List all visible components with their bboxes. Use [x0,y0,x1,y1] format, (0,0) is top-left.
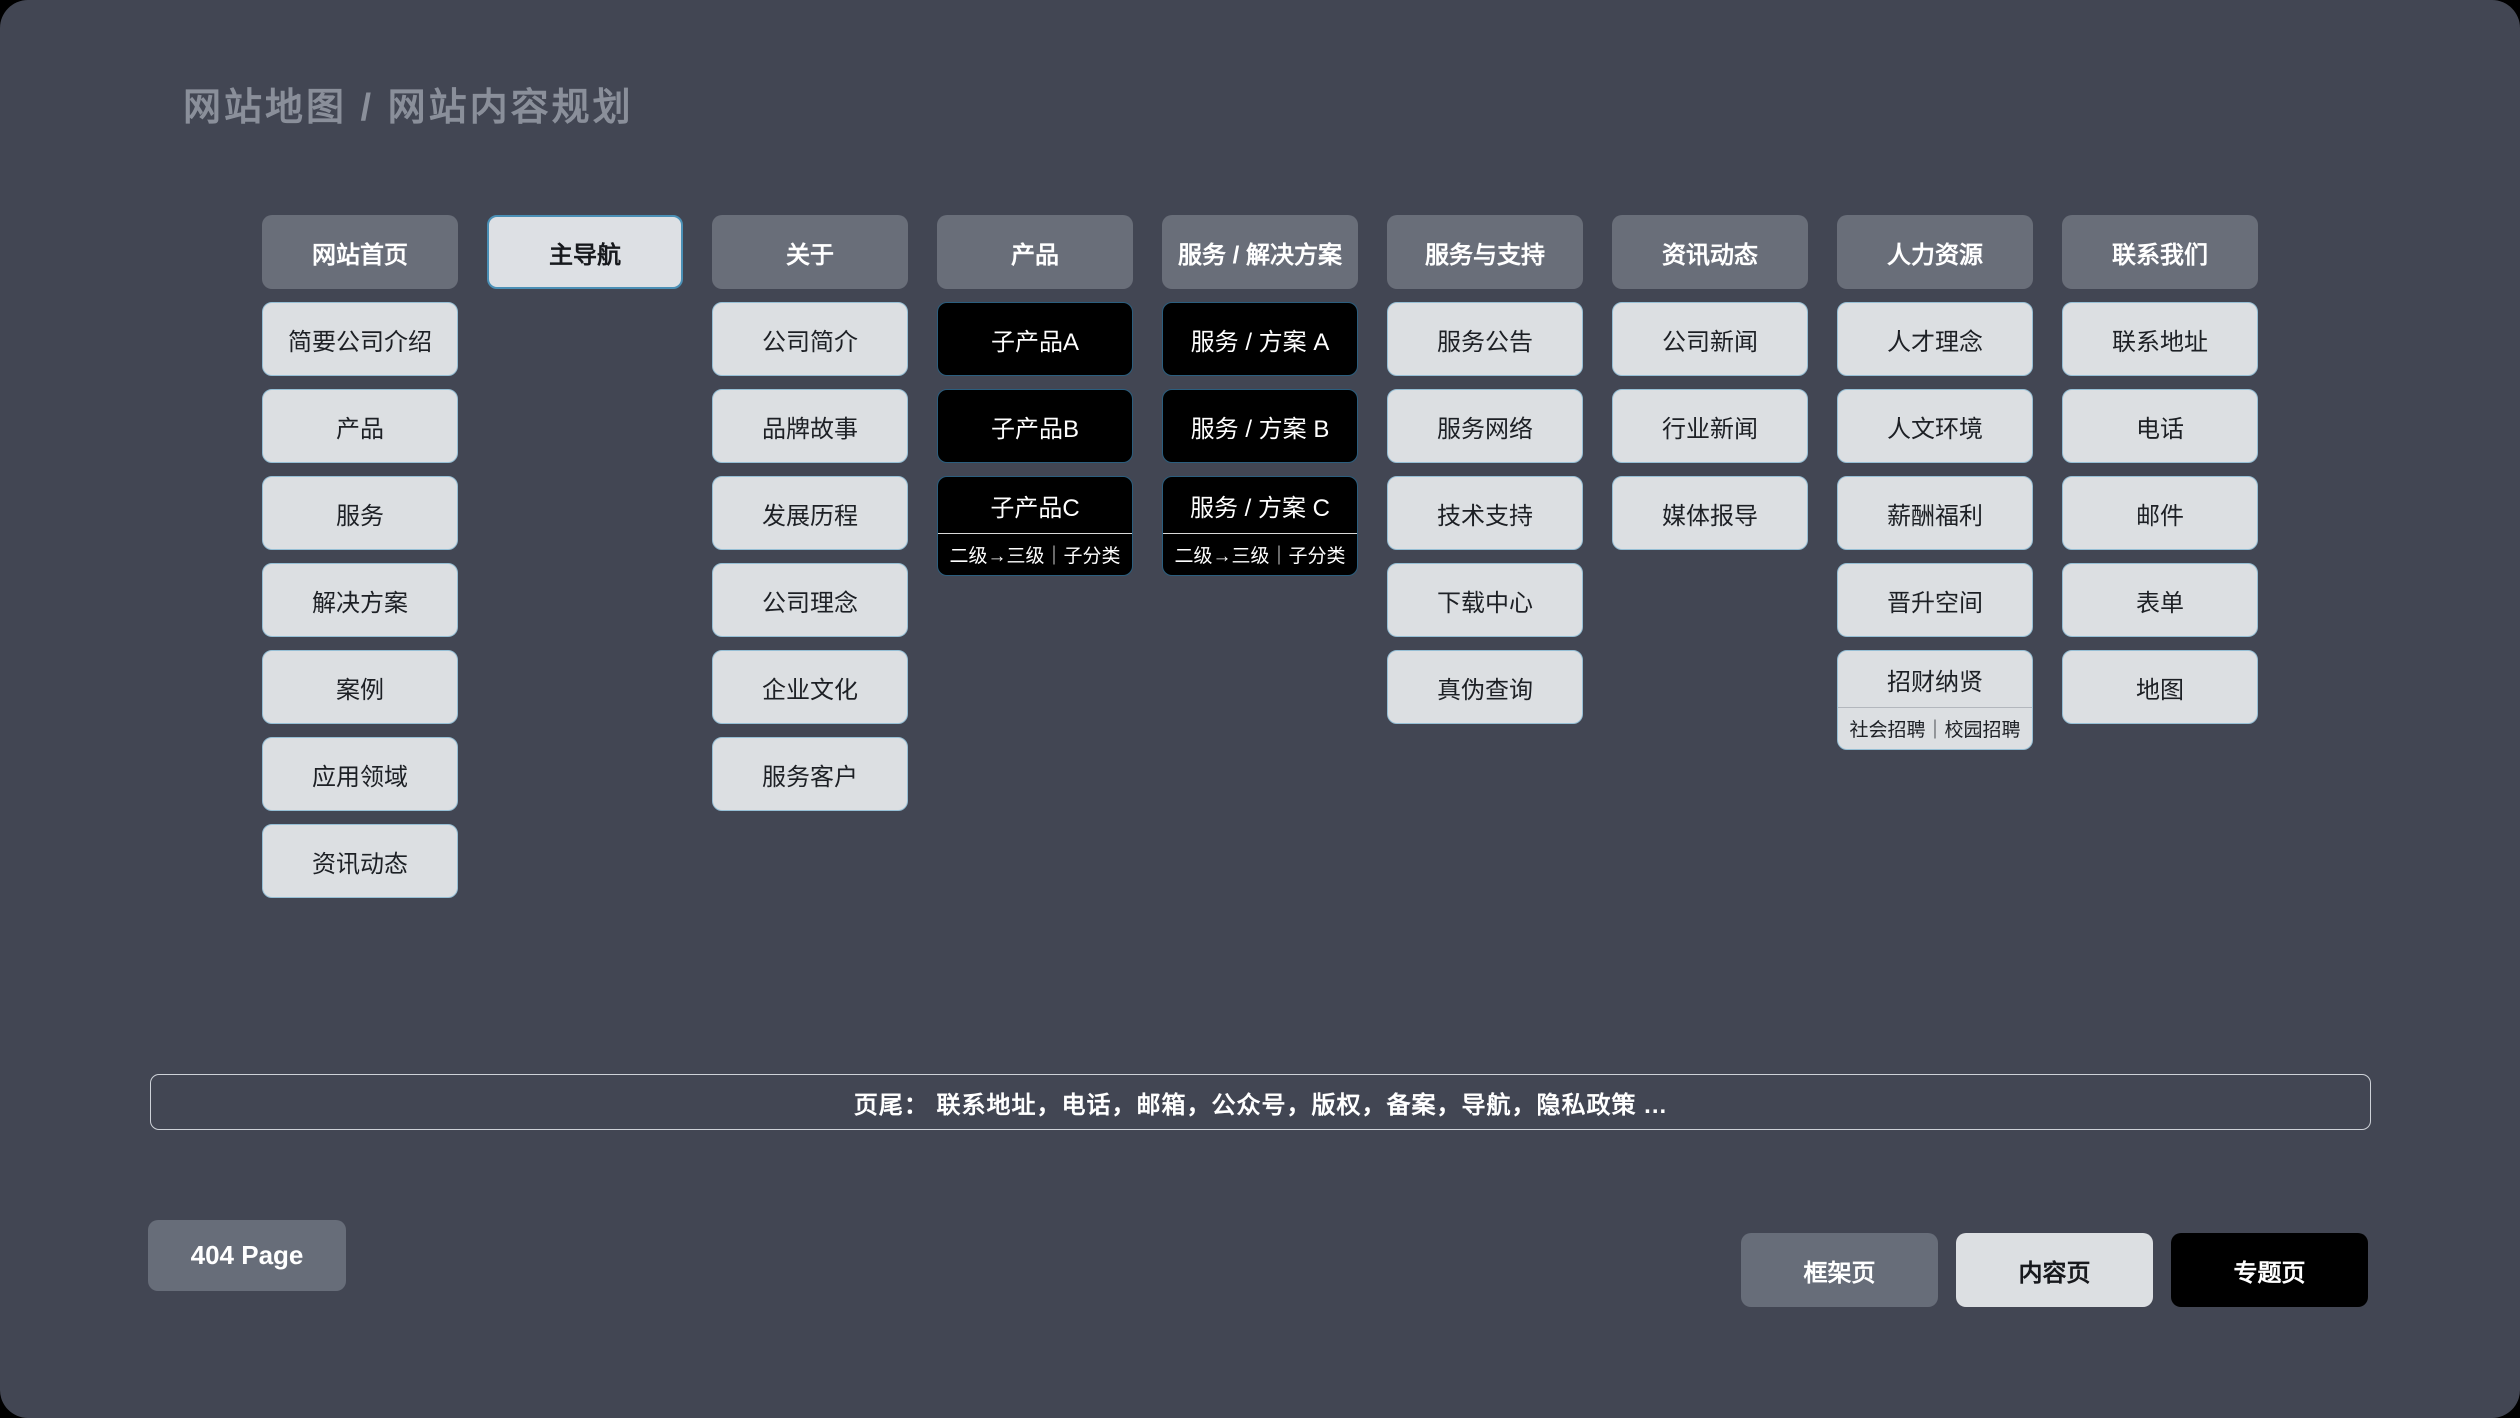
node-sub-label: 二级→三级｜子分类 [1163,534,1357,575]
node-label: 招财纳贤 [1838,651,2032,707]
sitemap-node[interactable]: 企业文化 [712,650,908,724]
column-header-node[interactable]: 服务与支持 [1387,215,1583,289]
sitemap-node[interactable]: 技术支持 [1387,476,1583,550]
node-sub-label: 社会招聘｜校园招聘 [1838,708,2032,749]
sitemap-node[interactable]: 电话 [2062,389,2258,463]
sitemap-node[interactable]: 子产品A [937,302,1133,376]
sitemap-column-3: 关于公司简介品牌故事发展历程公司理念企业文化服务客户 [712,215,908,898]
column-header-node[interactable]: 联系我们 [2062,215,2258,289]
sitemap-column-7: 资讯动态公司新闻行业新闻媒体报导 [1612,215,1808,898]
main-nav-node[interactable]: 主导航 [487,215,683,289]
sitemap-node[interactable]: 真伪查询 [1387,650,1583,724]
sitemap-node[interactable]: 子产品C二级→三级｜子分类 [937,476,1133,576]
node-sub-label: 二级→三级｜子分类 [938,534,1132,575]
sitemap-node[interactable]: 发展历程 [712,476,908,550]
sitemap-node[interactable]: 地图 [2062,650,2258,724]
404-page-button[interactable]: 404 Page [148,1220,346,1291]
sitemap-node[interactable]: 品牌故事 [712,389,908,463]
sitemap-column-5: 服务 / 解决方案服务 / 方案 A 服务 / 方案 B 服务 / 方案 C二级→三… [1162,215,1358,898]
sitemap-node[interactable]: 服务 [262,476,458,550]
sitemap-node[interactable]: 媒体报导 [1612,476,1808,550]
sitemap-node[interactable]: 薪酬福利 [1837,476,2033,550]
sitemap-node[interactable]: 简要公司介绍 [262,302,458,376]
sitemap-node[interactable]: 产品 [262,389,458,463]
sitemap-columns: 网站首页简要公司介绍产品服务解决方案案例应用领域资讯动态主导航关于公司简介品牌故… [262,215,2258,898]
sitemap-node[interactable]: 下载中心 [1387,563,1583,637]
sitemap-node[interactable]: 晋升空间 [1837,563,2033,637]
sitemap-node[interactable]: 行业新闻 [1612,389,1808,463]
column-header-node[interactable]: 关于 [712,215,908,289]
sitemap-node[interactable]: 公司理念 [712,563,908,637]
sitemap-node[interactable]: 案例 [262,650,458,724]
sitemap-node[interactable]: 公司简介 [712,302,908,376]
sitemap-node[interactable]: 服务客户 [712,737,908,811]
sitemap-node[interactable]: 服务公告 [1387,302,1583,376]
legend-button-black[interactable]: 专题页 [2171,1233,2368,1307]
sitemap-column-4: 产品子产品A 子产品B 子产品C二级→三级｜子分类 [937,215,1133,898]
sitemap-node[interactable]: 资讯动态 [262,824,458,898]
sitemap-column-8: 人力资源人才理念人文环境薪酬福利晋升空间招财纳贤社会招聘｜校园招聘 [1837,215,2033,898]
column-header-node[interactable]: 人力资源 [1837,215,2033,289]
column-header-node[interactable]: 资讯动态 [1612,215,1808,289]
sitemap-node[interactable]: 子产品B [937,389,1133,463]
footer-node[interactable]: 页尾： 联系地址，电话，邮箱，公众号，版权，备案，导航，隐私政策 ... [150,1074,2371,1130]
page-title: 网站地图 / 网站内容规划 [183,76,634,131]
page-type-legend: 框架页内容页专题页 [1741,1233,2368,1307]
sitemap-column-2: 主导航 [487,215,683,898]
sitemap-node[interactable]: 服务 / 方案 A [1162,302,1358,376]
legend-button-light[interactable]: 内容页 [1956,1233,2153,1307]
sitemap-column-9: 联系我们联系地址电话邮件表单地图 [2062,215,2258,898]
sitemap-node[interactable]: 服务 / 方案 C二级→三级｜子分类 [1162,476,1358,576]
sitemap-node[interactable]: 应用领域 [262,737,458,811]
sitemap-column-6: 服务与支持服务公告服务网络技术支持下载中心真伪查询 [1387,215,1583,898]
legend-button-gray[interactable]: 框架页 [1741,1233,1938,1307]
sitemap-node[interactable]: 解决方案 [262,563,458,637]
sitemap-node[interactable]: 招财纳贤社会招聘｜校园招聘 [1837,650,2033,750]
column-header-node[interactable]: 产品 [937,215,1133,289]
sitemap-node[interactable]: 服务 / 方案 B [1162,389,1358,463]
sitemap-node[interactable]: 人文环境 [1837,389,2033,463]
column-header-node[interactable]: 服务 / 解决方案 [1162,215,1358,289]
node-label: 服务 / 方案 C [1163,477,1357,533]
sitemap-column-1: 网站首页简要公司介绍产品服务解决方案案例应用领域资讯动态 [262,215,458,898]
sitemap-node[interactable]: 表单 [2062,563,2258,637]
sitemap-node[interactable]: 邮件 [2062,476,2258,550]
sitemap-node[interactable]: 服务网络 [1387,389,1583,463]
node-label: 子产品C [938,477,1132,533]
sitemap-canvas: 网站地图 / 网站内容规划 网站首页简要公司介绍产品服务解决方案案例应用领域资讯… [0,0,2520,1418]
sitemap-node[interactable]: 公司新闻 [1612,302,1808,376]
sitemap-node[interactable]: 联系地址 [2062,302,2258,376]
column-header-node[interactable]: 网站首页 [262,215,458,289]
sitemap-node[interactable]: 人才理念 [1837,302,2033,376]
